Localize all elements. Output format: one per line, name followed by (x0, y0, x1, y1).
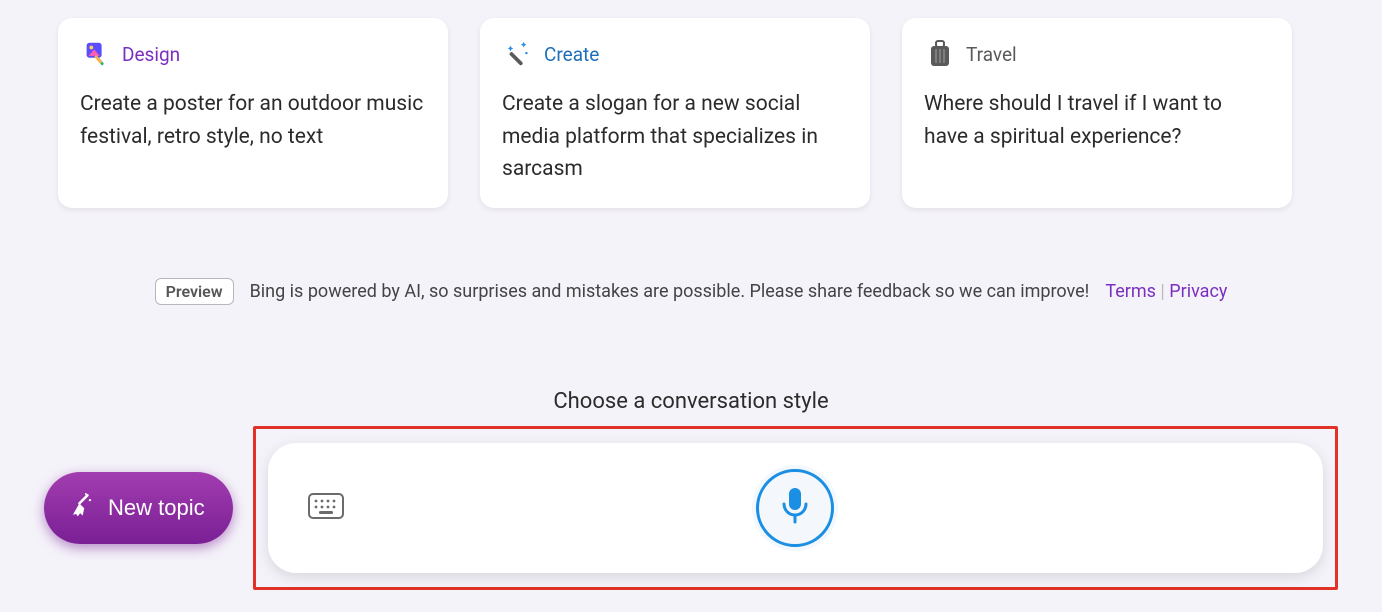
keyboard-icon[interactable] (308, 493, 344, 523)
suggestion-card-create[interactable]: Create Create a slogan for a new social … (480, 18, 870, 208)
card-body: Create a slogan for a new social media p… (502, 88, 848, 186)
card-body: Create a poster for an outdoor music fes… (80, 88, 426, 153)
card-header: Design (80, 38, 426, 70)
bottom-row: New topic (0, 426, 1382, 590)
preview-badge: Preview (155, 278, 234, 305)
card-title: Travel (966, 43, 1017, 66)
disclaimer-text: Bing is powered by AI, so surprises and … (250, 281, 1090, 302)
new-topic-label: New topic (108, 495, 205, 521)
new-topic-button[interactable]: New topic (44, 472, 233, 544)
card-title: Design (122, 43, 180, 66)
suggestion-cards-row: Design Create a poster for an outdoor mu… (0, 0, 1382, 208)
card-body: Where should I travel if I want to have … (924, 88, 1270, 153)
privacy-link[interactable]: Privacy (1169, 281, 1227, 302)
microphone-icon (779, 486, 811, 530)
card-header: Create (502, 38, 848, 70)
conversation-style-heading: Choose a conversation style (0, 389, 1382, 414)
broom-icon (68, 492, 94, 524)
input-highlight-annotation (253, 426, 1338, 590)
design-icon (80, 38, 112, 70)
card-title: Create (544, 43, 599, 66)
separator: | (1160, 281, 1169, 302)
microphone-button[interactable] (756, 469, 834, 547)
chat-input-bar[interactable] (268, 443, 1323, 573)
disclaimer-row: Preview Bing is powered by AI, so surpri… (0, 278, 1382, 305)
card-header: Travel (924, 38, 1270, 70)
luggage-icon (924, 38, 956, 70)
magic-wand-icon (502, 38, 534, 70)
suggestion-card-travel[interactable]: Travel Where should I travel if I want t… (902, 18, 1292, 208)
terms-link[interactable]: Terms (1105, 281, 1156, 302)
suggestion-card-design[interactable]: Design Create a poster for an outdoor mu… (58, 18, 448, 208)
